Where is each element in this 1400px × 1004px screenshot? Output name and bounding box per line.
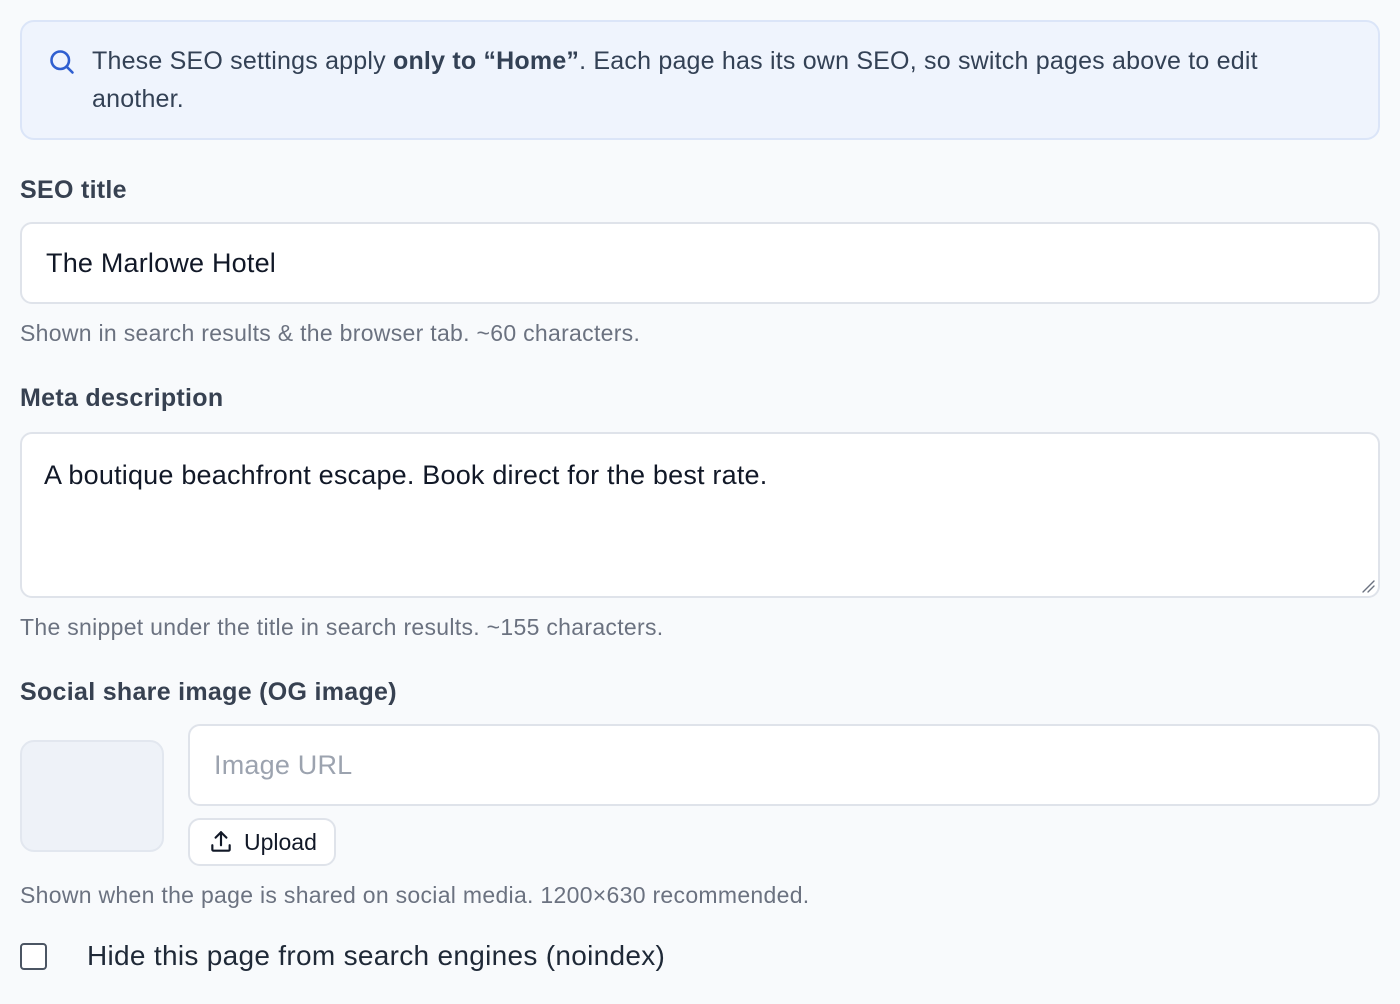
seo-title-input[interactable] bbox=[20, 222, 1380, 304]
og-image-label: Social share image (OG image) bbox=[20, 678, 397, 706]
info-banner: These SEO settings apply only to “Home”.… bbox=[20, 20, 1380, 140]
meta-description-help: The snippet under the title in search re… bbox=[20, 614, 664, 640]
og-image-help: Shown when the page is shared on social … bbox=[20, 882, 810, 908]
og-image-preview bbox=[20, 740, 164, 852]
upload-icon bbox=[211, 831, 231, 852]
seo-title-help: Shown in search results & the browser ta… bbox=[20, 320, 641, 346]
upload-button[interactable]: Upload bbox=[188, 818, 336, 866]
banner-text: These SEO settings apply only to “Home”.… bbox=[92, 42, 1318, 118]
banner-text-bold: only to “Home” bbox=[392, 47, 580, 75]
noindex-checkbox[interactable] bbox=[20, 942, 47, 970]
upload-button-label: Upload bbox=[244, 828, 317, 855]
og-image-url-input[interactable] bbox=[188, 724, 1380, 806]
meta-description-label: Meta description bbox=[20, 384, 224, 412]
noindex-row[interactable]: Hide this page from search engines (noin… bbox=[20, 940, 665, 972]
noindex-label[interactable]: Hide this page from search engines (noin… bbox=[87, 940, 665, 972]
banner-text-before: These SEO settings apply bbox=[92, 47, 393, 75]
search-icon bbox=[50, 50, 74, 74]
seo-title-label: SEO title bbox=[20, 176, 127, 204]
meta-description-textarea[interactable] bbox=[20, 432, 1380, 598]
resize-handle-icon[interactable] bbox=[1360, 578, 1376, 594]
seo-settings-panel: These SEO settings apply only to “Home”.… bbox=[0, 0, 1400, 1004]
